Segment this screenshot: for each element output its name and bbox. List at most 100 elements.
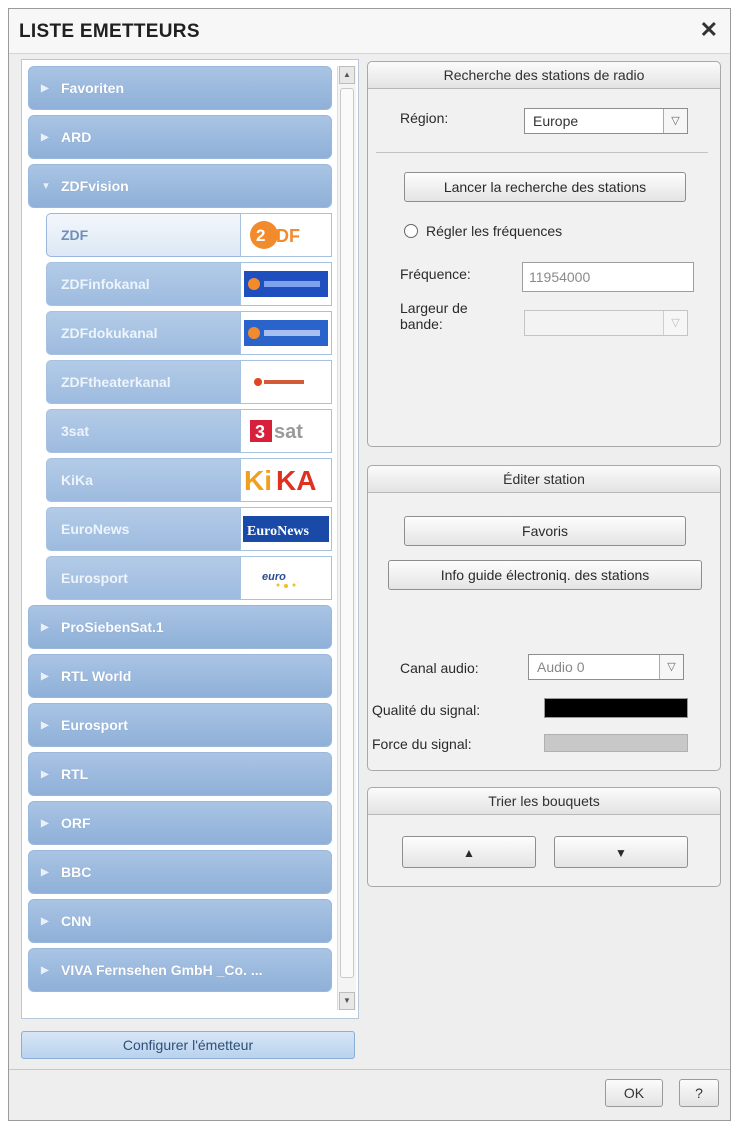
move-down-button[interactable]: ▼ [554, 836, 688, 868]
station-label: EuroNews [46, 507, 240, 551]
audio-channel-label: Canal audio: [400, 660, 479, 676]
sort-bouquets-panel: Trier les bouquets ▲ ▼ [367, 787, 721, 887]
scroll-down-icon[interactable]: ▼ [339, 992, 355, 1010]
group-prosiebensat1[interactable]: ▶ ProSiebenSat.1 [28, 605, 332, 649]
group-label: ZDFvision [61, 178, 129, 194]
group-favoriten[interactable]: ▶ Favoriten [28, 66, 332, 110]
group-rtl-world[interactable]: ▶ RTL World [28, 654, 332, 698]
station-label: ZDFdokukanal [46, 311, 240, 355]
group-cnn[interactable]: ▶ CNN [28, 899, 332, 943]
expand-triangle-icon: ▶ [41, 964, 49, 976]
station-zdfdokukanal[interactable]: ZDFdokukanal [46, 311, 332, 355]
group-label: RTL World [61, 668, 132, 684]
group-label: ARD [61, 129, 92, 145]
kika-logo: Ki KA [240, 458, 332, 502]
close-icon[interactable]: ✕ [700, 17, 718, 43]
expand-triangle-icon: ▶ [41, 915, 49, 927]
svg-text:2: 2 [256, 226, 265, 245]
group-bbc[interactable]: ▶ BBC [28, 850, 332, 894]
expand-triangle-icon: ▶ [41, 621, 49, 633]
edit-panel-title: Éditer station [368, 466, 720, 493]
title-bar: LISTE EMETTEURS ✕ [9, 9, 730, 54]
chevron-down-icon: ▽ [659, 655, 683, 679]
audio-channel-value: Audio 0 [537, 659, 585, 675]
signal-strength-bar [544, 734, 688, 752]
group-label: Favoriten [61, 80, 125, 96]
station-zdftheaterkanal[interactable]: ZDFtheaterkanal [46, 360, 332, 404]
station-label: 3sat [46, 409, 240, 453]
station-3sat[interactable]: 3sat 3 sat [46, 409, 332, 453]
bandwidth-label: Largeur de bande: [400, 300, 468, 332]
station-eurosport[interactable]: Eurosport euro [46, 556, 332, 600]
zdfinfokanal-logo [240, 262, 332, 306]
group-rtl[interactable]: ▶ RTL [28, 752, 332, 796]
station-zdf[interactable]: ZDF 2 DF [46, 213, 332, 257]
group-label: CNN [61, 913, 92, 929]
move-up-button[interactable]: ▲ [402, 836, 536, 868]
group-label: BBC [61, 864, 92, 880]
region-select[interactable]: Europe ▽ [524, 108, 688, 134]
audio-channel-select[interactable]: Audio 0 ▽ [528, 654, 684, 680]
eurosport-logo: euro [240, 556, 332, 600]
group-viva[interactable]: ▶ VIVA Fernsehen GmbH _Co. ... [28, 948, 332, 992]
start-search-button[interactable]: Lancer la recherche des stations [404, 172, 686, 202]
group-label: RTL [61, 766, 89, 782]
configure-station-button[interactable]: Configurer l'émetteur [21, 1031, 355, 1059]
expand-triangle-icon: ▶ [41, 866, 49, 878]
zdftheaterkanal-logo [240, 360, 332, 404]
frequency-radio-label: Régler les fréquences [426, 223, 563, 239]
expand-triangle-icon: ▶ [41, 817, 49, 829]
station-euronews[interactable]: EuroNews EuroNews [46, 507, 332, 551]
search-panel: Recherche des stations de radio Région: … [367, 61, 721, 447]
search-panel-title: Recherche des stations de radio [368, 62, 720, 89]
euronews-logo: EuroNews [240, 507, 332, 551]
ok-button[interactable]: OK [605, 1079, 663, 1107]
group-orf[interactable]: ▶ ORF [28, 801, 332, 845]
arrow-down-icon: ▼ [615, 846, 627, 860]
group-eurosport[interactable]: ▶ Eurosport [28, 703, 332, 747]
signal-quality-fill [545, 699, 687, 717]
station-zdfinfokanal[interactable]: ZDFinfokanal [46, 262, 332, 306]
station-label: ZDFtheaterkanal [46, 360, 240, 404]
scroll-thumb[interactable] [340, 88, 354, 978]
station-kika[interactable]: KiKa Ki KA [46, 458, 332, 502]
bandwidth-select[interactable]: ▽ [524, 310, 688, 336]
group-label: ORF [61, 815, 91, 831]
sort-panel-title: Trier les bouquets [368, 788, 720, 815]
svg-text:EuroNews: EuroNews [247, 524, 310, 539]
chevron-down-icon: ▽ [663, 311, 687, 335]
frequency-value: 11954000 [529, 269, 591, 285]
frequency-label: Fréquence: [400, 266, 471, 282]
group-label: VIVA Fernsehen GmbH _Co. ... [61, 962, 263, 978]
zdf-logo: 2 DF [240, 213, 332, 257]
edit-station-panel: Éditer station Favoris Info guide électr… [367, 465, 721, 771]
divider [376, 152, 708, 153]
station-tree-list: ▶ Favoriten ▶ ARD ▼ ZDFvision ZDF 2 DF ZD… [28, 66, 332, 997]
signal-strength-label: Force du signal: [372, 736, 472, 752]
collapse-triangle-icon: ▼ [41, 180, 51, 192]
group-label: Eurosport [61, 717, 128, 733]
expand-triangle-icon: ▶ [41, 670, 49, 682]
window-title: LISTE EMETTEURS [19, 21, 200, 42]
signal-quality-label: Qualité du signal: [372, 702, 481, 718]
list-scrollbar[interactable]: ▲ ▼ [337, 66, 356, 1010]
help-button[interactable]: ? [679, 1079, 719, 1107]
footer-divider [9, 1069, 730, 1070]
scroll-up-icon[interactable]: ▲ [339, 66, 355, 84]
signal-quality-bar [544, 698, 688, 718]
svg-text:DF: DF [276, 226, 300, 246]
station-label: Eurosport [46, 556, 240, 600]
group-zdfvision[interactable]: ▼ ZDFvision [28, 164, 332, 208]
expand-triangle-icon: ▶ [41, 131, 49, 143]
frequency-radio[interactable] [404, 224, 418, 238]
chevron-down-icon: ▽ [663, 109, 687, 133]
3sat-logo: 3 sat [240, 409, 332, 453]
group-ard[interactable]: ▶ ARD [28, 115, 332, 159]
svg-text:3: 3 [255, 422, 265, 442]
favorites-button[interactable]: Favoris [404, 516, 686, 546]
epg-info-button[interactable]: Info guide électroniq. des stations [388, 560, 702, 590]
station-list-window: LISTE EMETTEURS ✕ ▶ Favoriten ▶ ARD ▼ ZD… [8, 8, 731, 1121]
station-label: ZDF [46, 213, 240, 257]
station-label: KiKa [46, 458, 240, 502]
frequency-input[interactable]: 11954000 [522, 262, 694, 292]
